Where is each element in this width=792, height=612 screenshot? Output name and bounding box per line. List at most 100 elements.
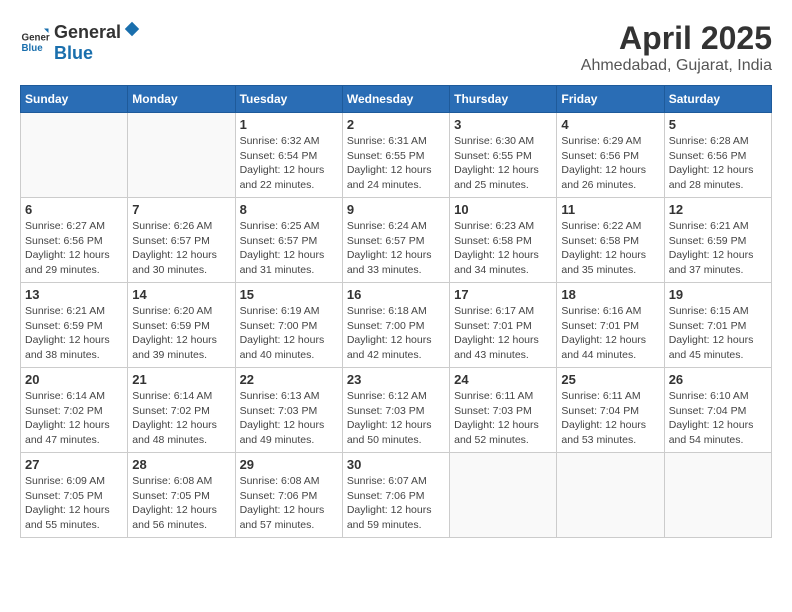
day-number: 24 xyxy=(454,372,552,387)
day-number: 8 xyxy=(240,202,338,217)
day-info: Sunrise: 6:31 AM Sunset: 6:55 PM Dayligh… xyxy=(347,134,445,193)
day-number: 20 xyxy=(25,372,123,387)
weekday-header-tuesday: Tuesday xyxy=(235,86,342,113)
day-number: 10 xyxy=(454,202,552,217)
day-info: Sunrise: 6:11 AM Sunset: 7:04 PM Dayligh… xyxy=(561,389,659,448)
day-number: 13 xyxy=(25,287,123,302)
weekday-header-wednesday: Wednesday xyxy=(342,86,449,113)
day-info: Sunrise: 6:16 AM Sunset: 7:01 PM Dayligh… xyxy=(561,304,659,363)
day-cell xyxy=(557,453,664,538)
day-number: 27 xyxy=(25,457,123,472)
day-info: Sunrise: 6:22 AM Sunset: 6:58 PM Dayligh… xyxy=(561,219,659,278)
day-number: 12 xyxy=(669,202,767,217)
day-number: 29 xyxy=(240,457,338,472)
day-cell: 15Sunrise: 6:19 AM Sunset: 7:00 PM Dayli… xyxy=(235,283,342,368)
svg-text:Blue: Blue xyxy=(22,43,44,54)
day-cell: 27 Sunrise: 6:09 AM Sunset: 7:05 PM Dayli… xyxy=(21,453,128,538)
day-cell: 14Sunrise: 6:20 AM Sunset: 6:59 PM Dayli… xyxy=(128,283,235,368)
day-info: Sunrise: 6:11 AM Sunset: 7:03 PM Dayligh… xyxy=(454,389,552,448)
day-info: Sunrise: 6:26 AM Sunset: 6:57 PM Dayligh… xyxy=(132,219,230,278)
day-cell: 8 Sunrise: 6:25 AM Sunset: 6:57 PM Daylig… xyxy=(235,198,342,283)
day-info: Sunrise: 6:28 AM Sunset: 6:56 PM Dayligh… xyxy=(669,134,767,193)
weekday-header-friday: Friday xyxy=(557,86,664,113)
day-cell: 3 Sunrise: 6:30 AM Sunset: 6:55 PM Daylig… xyxy=(450,113,557,198)
day-info: Sunrise: 6:10 AM Sunset: 7:04 PM Dayligh… xyxy=(669,389,767,448)
day-number: 16 xyxy=(347,287,445,302)
day-cell xyxy=(21,113,128,198)
day-cell: 25 Sunrise: 6:11 AM Sunset: 7:04 PM Dayli… xyxy=(557,368,664,453)
day-cell: 16Sunrise: 6:18 AM Sunset: 7:00 PM Dayli… xyxy=(342,283,449,368)
day-number: 26 xyxy=(669,372,767,387)
day-cell: 22 Sunrise: 6:13 AM Sunset: 7:03 PM Dayli… xyxy=(235,368,342,453)
day-number: 7 xyxy=(132,202,230,217)
day-number: 19 xyxy=(669,287,767,302)
day-cell: 2 Sunrise: 6:31 AM Sunset: 6:55 PM Daylig… xyxy=(342,113,449,198)
day-cell: 26 Sunrise: 6:10 AM Sunset: 7:04 PM Dayli… xyxy=(664,368,771,453)
day-number: 1 xyxy=(240,117,338,132)
location-title: Ahmedabad, Gujarat, India xyxy=(581,57,772,75)
day-number: 18 xyxy=(561,287,659,302)
day-cell: 30 Sunrise: 6:07 AM Sunset: 7:06 PM Dayli… xyxy=(342,453,449,538)
day-cell: 20 Sunrise: 6:14 AM Sunset: 7:02 PM Dayli… xyxy=(21,368,128,453)
day-cell xyxy=(128,113,235,198)
day-info: Sunrise: 6:14 AM Sunset: 7:02 PM Dayligh… xyxy=(25,389,123,448)
day-cell: 24 Sunrise: 6:11 AM Sunset: 7:03 PM Dayli… xyxy=(450,368,557,453)
title-area: April 2025 Ahmedabad, Gujarat, India xyxy=(581,20,772,75)
day-cell: 6 Sunrise: 6:27 AM Sunset: 6:56 PM Daylig… xyxy=(21,198,128,283)
svg-text:General: General xyxy=(22,33,51,44)
day-info: Sunrise: 6:21 AM Sunset: 6:59 PM Dayligh… xyxy=(25,304,123,363)
day-cell: 18 Sunrise: 6:16 AM Sunset: 7:01 PM Dayli… xyxy=(557,283,664,368)
day-number: 6 xyxy=(25,202,123,217)
day-cell: 21 Sunrise: 6:14 AM Sunset: 7:02 PM Dayli… xyxy=(128,368,235,453)
logo-icon: General Blue xyxy=(20,27,50,57)
week-row-5: 27 Sunrise: 6:09 AM Sunset: 7:05 PM Dayli… xyxy=(21,453,772,538)
calendar-table: SundayMondayTuesdayWednesdayThursdayFrid… xyxy=(20,85,772,538)
day-info: Sunrise: 6:27 AM Sunset: 6:56 PM Dayligh… xyxy=(25,219,123,278)
day-info: Sunrise: 6:23 AM Sunset: 6:58 PM Dayligh… xyxy=(454,219,552,278)
day-cell: 28 Sunrise: 6:08 AM Sunset: 7:05 PM Dayli… xyxy=(128,453,235,538)
logo-blue: Blue xyxy=(54,43,93,63)
day-info: Sunrise: 6:20 AM Sunset: 6:59 PM Dayligh… xyxy=(132,304,230,363)
day-info: Sunrise: 6:13 AM Sunset: 7:03 PM Dayligh… xyxy=(240,389,338,448)
month-title: April 2025 xyxy=(581,20,772,57)
logo-flag-icon xyxy=(123,20,141,38)
day-info: Sunrise: 6:21 AM Sunset: 6:59 PM Dayligh… xyxy=(669,219,767,278)
day-number: 5 xyxy=(669,117,767,132)
weekday-header-row: SundayMondayTuesdayWednesdayThursdayFrid… xyxy=(21,86,772,113)
week-row-2: 6 Sunrise: 6:27 AM Sunset: 6:56 PM Daylig… xyxy=(21,198,772,283)
header: General Blue General Blue April 2025 Ahm… xyxy=(20,20,772,75)
day-cell: 1 Sunrise: 6:32 AM Sunset: 6:54 PM Daylig… xyxy=(235,113,342,198)
day-info: Sunrise: 6:14 AM Sunset: 7:02 PM Dayligh… xyxy=(132,389,230,448)
day-cell: 7 Sunrise: 6:26 AM Sunset: 6:57 PM Daylig… xyxy=(128,198,235,283)
day-number: 15 xyxy=(240,287,338,302)
day-info: Sunrise: 6:07 AM Sunset: 7:06 PM Dayligh… xyxy=(347,474,445,533)
day-info: Sunrise: 6:08 AM Sunset: 7:05 PM Dayligh… xyxy=(132,474,230,533)
day-number: 4 xyxy=(561,117,659,132)
day-number: 3 xyxy=(454,117,552,132)
day-info: Sunrise: 6:15 AM Sunset: 7:01 PM Dayligh… xyxy=(669,304,767,363)
day-cell xyxy=(450,453,557,538)
day-info: Sunrise: 6:09 AM Sunset: 7:05 PM Dayligh… xyxy=(25,474,123,533)
logo-general: General xyxy=(54,22,121,43)
day-number: 11 xyxy=(561,202,659,217)
day-cell: 19 Sunrise: 6:15 AM Sunset: 7:01 PM Dayli… xyxy=(664,283,771,368)
day-number: 25 xyxy=(561,372,659,387)
day-number: 28 xyxy=(132,457,230,472)
day-cell: 4Sunrise: 6:29 AM Sunset: 6:56 PM Daylig… xyxy=(557,113,664,198)
week-row-1: 1 Sunrise: 6:32 AM Sunset: 6:54 PM Daylig… xyxy=(21,113,772,198)
day-number: 2 xyxy=(347,117,445,132)
day-cell: 23Sunrise: 6:12 AM Sunset: 7:03 PM Dayli… xyxy=(342,368,449,453)
day-number: 21 xyxy=(132,372,230,387)
day-number: 9 xyxy=(347,202,445,217)
day-number: 22 xyxy=(240,372,338,387)
day-cell: 5 Sunrise: 6:28 AM Sunset: 6:56 PM Daylig… xyxy=(664,113,771,198)
day-info: Sunrise: 6:32 AM Sunset: 6:54 PM Dayligh… xyxy=(240,134,338,193)
week-row-4: 20 Sunrise: 6:14 AM Sunset: 7:02 PM Dayli… xyxy=(21,368,772,453)
day-info: Sunrise: 6:17 AM Sunset: 7:01 PM Dayligh… xyxy=(454,304,552,363)
day-number: 30 xyxy=(347,457,445,472)
day-info: Sunrise: 6:25 AM Sunset: 6:57 PM Dayligh… xyxy=(240,219,338,278)
day-cell: 10 Sunrise: 6:23 AM Sunset: 6:58 PM Dayli… xyxy=(450,198,557,283)
day-info: Sunrise: 6:30 AM Sunset: 6:55 PM Dayligh… xyxy=(454,134,552,193)
day-cell: 9 Sunrise: 6:24 AM Sunset: 6:57 PM Daylig… xyxy=(342,198,449,283)
day-info: Sunrise: 6:24 AM Sunset: 6:57 PM Dayligh… xyxy=(347,219,445,278)
